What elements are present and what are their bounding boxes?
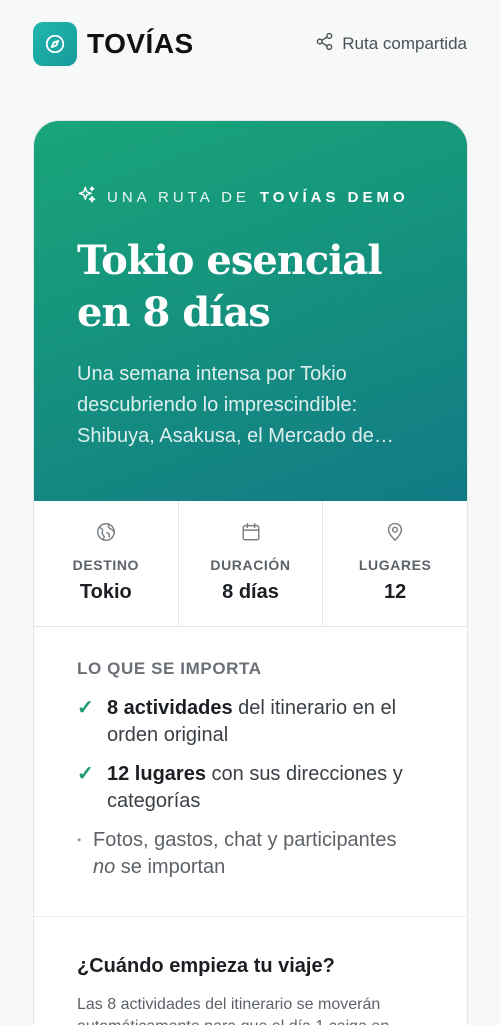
shared-route-link[interactable]: Ruta compartida	[315, 32, 467, 56]
route-description: Una semana intensa por Tokio descubriend…	[77, 363, 394, 447]
check-icon: ✓	[77, 697, 94, 719]
brand[interactable]: TOVÍAS	[33, 22, 194, 66]
trip-start-section: ¿Cuándo empieza tu viaje? Las 8 activida…	[34, 917, 467, 1025]
stat-places-value: 12	[384, 581, 407, 603]
import-item-excluded: • Fotos, gastos, chat y participantes no…	[77, 827, 424, 881]
excluded-post: se importan	[115, 856, 226, 878]
eyebrow-author: TOVÍAS DEMO	[259, 188, 409, 206]
import-item-text: 8 actividades del itinerario en el orden…	[107, 695, 424, 749]
stat-destination: DESTINO Tokio	[34, 501, 179, 626]
import-item-places: ✓ 12 lugares con sus direcciones y categ…	[77, 761, 424, 815]
app-header: TOVÍAS Ruta compartida	[0, 0, 500, 88]
calendar-icon	[240, 521, 262, 547]
brand-name: TOVÍAS	[87, 28, 194, 59]
stat-destination-label: DESTINO	[72, 557, 140, 573]
import-item-count: 12 lugares	[107, 763, 206, 785]
bullet-dot-icon: •	[77, 833, 82, 847]
check-icon: ✓	[77, 763, 94, 785]
import-list: ✓ 8 actividades del itinerario en el ord…	[77, 695, 424, 881]
stat-places-label: LUGARES	[358, 557, 432, 573]
import-item-text: 12 lugares con sus direcciones y categor…	[107, 761, 424, 815]
import-excluded-text: Fotos, gastos, chat y participantes no s…	[93, 827, 424, 881]
excluded-pre: Fotos, gastos, chat y participantes	[93, 829, 397, 851]
excluded-emphasis: no	[93, 856, 116, 878]
import-summary: LO QUE SE IMPORTA ✓ 8 actividades del it…	[34, 627, 467, 917]
stat-duration: DURACIÓN 8 días	[179, 501, 324, 626]
sparkles-icon	[77, 185, 97, 209]
trip-start-title: ¿Cuándo empieza tu viaje?	[77, 955, 335, 977]
trip-start-description: Las 8 actividades del itinerario se move…	[77, 996, 389, 1025]
stat-destination-value: Tokio	[79, 581, 132, 603]
stat-duration-value: 8 días	[222, 581, 279, 603]
route-author-eyebrow: UNA RUTA DE TOVÍAS DEMO	[77, 185, 424, 209]
stat-places: LUGARES 12	[323, 501, 467, 626]
stat-duration-label: DURACIÓN	[210, 557, 291, 573]
globe-icon	[95, 521, 117, 547]
share-icon	[315, 32, 334, 56]
route-card: UNA RUTA DE TOVÍAS DEMO Tokio esencial e…	[33, 120, 468, 1025]
route-hero: UNA RUTA DE TOVÍAS DEMO Tokio esencial e…	[34, 121, 467, 501]
route-title: Tokio esencial en 8 días	[77, 237, 383, 336]
import-summary-title: LO QUE SE IMPORTA	[77, 659, 262, 678]
route-stats: DESTINO Tokio DURACIÓN 8 días LUGARES 12	[34, 501, 467, 627]
import-item-activities: ✓ 8 actividades del itinerario en el ord…	[77, 695, 424, 749]
compass-icon	[33, 22, 77, 66]
eyebrow-prefix: UNA RUTA DE	[107, 188, 250, 206]
shared-route-label: Ruta compartida	[342, 34, 467, 53]
import-item-count: 8 actividades	[107, 697, 233, 719]
location-pin-icon	[384, 521, 406, 547]
